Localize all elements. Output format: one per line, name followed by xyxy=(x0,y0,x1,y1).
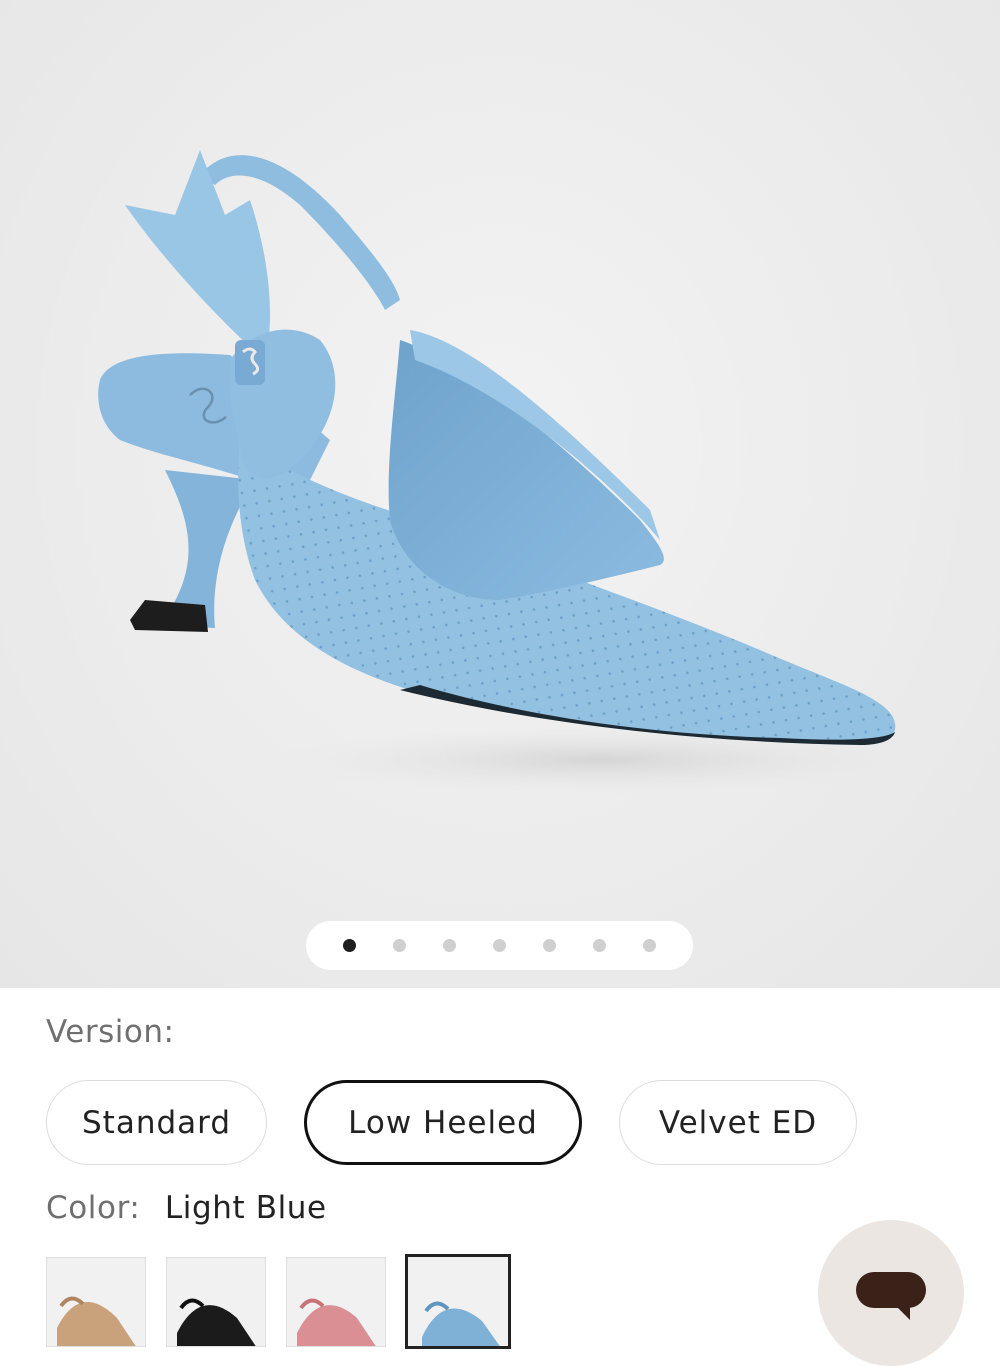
color-swatch-light-blue[interactable] xyxy=(405,1254,511,1349)
color-label: Color: xyxy=(46,1190,141,1226)
chat-button[interactable] xyxy=(818,1220,964,1366)
product-image xyxy=(98,150,930,795)
pagination-dot[interactable] xyxy=(493,939,506,952)
product-image-gallery[interactable] xyxy=(0,0,1000,988)
version-option-label: Low Heeled xyxy=(348,1104,538,1141)
color-selector-heading: Color: Light Blue xyxy=(46,1190,327,1226)
version-option-low-heeled[interactable]: Low Heeled xyxy=(304,1080,582,1165)
color-swatch-nude[interactable] xyxy=(46,1257,146,1347)
pagination-dot[interactable] xyxy=(343,939,356,952)
color-swatch-pink[interactable] xyxy=(286,1257,386,1347)
pagination-dot[interactable] xyxy=(643,939,656,952)
version-option-standard[interactable]: Standard xyxy=(46,1080,267,1165)
chat-bubble-icon xyxy=(856,1272,926,1320)
color-swatch-black[interactable] xyxy=(166,1257,266,1347)
version-option-label: Standard xyxy=(81,1104,232,1141)
pagination-dot[interactable] xyxy=(593,939,606,952)
pagination-dot[interactable] xyxy=(443,939,456,952)
pagination-dot[interactable] xyxy=(393,939,406,952)
gallery-pagination xyxy=(306,921,693,970)
version-label: Version: xyxy=(46,1014,175,1050)
version-option-label: Velvet ED xyxy=(658,1104,818,1141)
selected-color-value: Light Blue xyxy=(164,1190,327,1226)
version-option-velvet-ed[interactable]: Velvet ED xyxy=(619,1080,857,1165)
pagination-dot[interactable] xyxy=(543,939,556,952)
